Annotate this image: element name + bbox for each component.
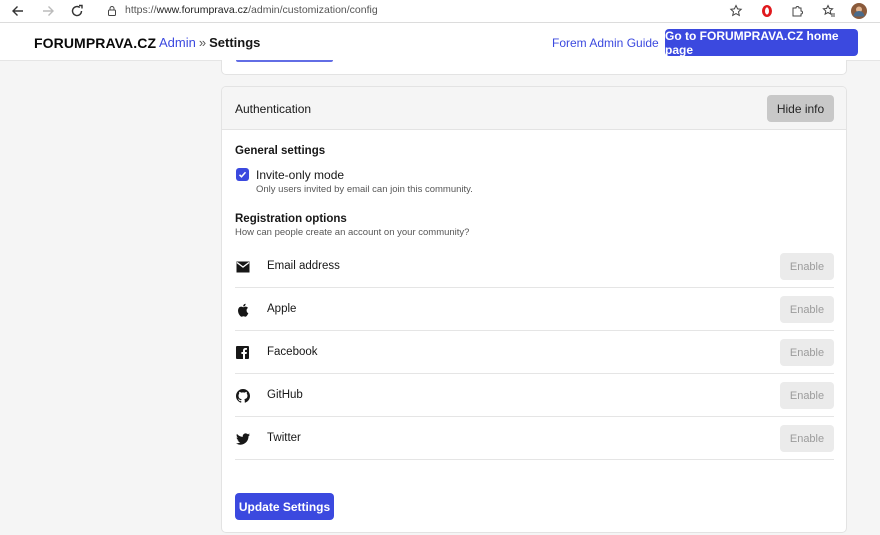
page-title: Settings — [209, 35, 261, 50]
enable-apple-button[interactable]: Enable — [780, 296, 834, 323]
provider-row-apple: Apple Enable — [235, 288, 834, 331]
hide-info-button[interactable]: Hide info — [767, 95, 834, 122]
provider-row-github: GitHub Enable — [235, 374, 834, 417]
lock-icon[interactable] — [102, 1, 122, 21]
github-icon — [235, 388, 250, 403]
address-bar[interactable]: https://www.forumprava.cz/admin/customiz… — [125, 4, 378, 16]
opera-extension-icon[interactable] — [759, 3, 775, 19]
card-title: Authentication — [235, 102, 312, 116]
facebook-icon — [235, 345, 250, 360]
url-prefix: https:// — [125, 4, 157, 16]
browser-toolbar: https://www.forumprava.cz/admin/customiz… — [0, 0, 880, 23]
breadcrumb-separator: » — [198, 35, 207, 50]
check-icon — [238, 171, 247, 178]
invite-only-label[interactable]: Invite-only mode — [256, 168, 344, 182]
enable-github-button[interactable]: Enable — [780, 382, 834, 409]
provider-row-facebook: Facebook Enable — [235, 331, 834, 374]
apple-icon — [235, 302, 250, 317]
extensions-icon[interactable] — [789, 3, 805, 19]
site-logo[interactable]: FORUMPRAVA.CZ — [34, 35, 156, 51]
breadcrumb: Admin» Settings — [159, 35, 260, 50]
previous-card-button-edge — [236, 60, 333, 62]
profile-avatar-icon[interactable] — [851, 3, 867, 19]
url-path: /admin/customization/config — [248, 4, 378, 16]
provider-name: Twitter — [267, 432, 301, 444]
registration-options-heading: Registration options — [235, 213, 347, 225]
provider-row-email: Email address Enable — [235, 245, 834, 288]
twitter-icon — [235, 431, 250, 446]
previous-settings-card — [221, 60, 847, 75]
registration-options-help: How can people create an account on your… — [235, 227, 470, 238]
provider-name: GitHub — [267, 389, 303, 401]
enable-twitter-button[interactable]: Enable — [780, 425, 834, 452]
enable-email-button[interactable]: Enable — [780, 253, 834, 280]
card-header: Authentication Hide info — [222, 87, 846, 130]
forward-icon[interactable] — [38, 1, 58, 21]
breadcrumb-admin-link[interactable]: Admin — [159, 35, 196, 50]
provider-row-twitter: Twitter Enable — [235, 417, 834, 460]
update-settings-button[interactable]: Update Settings — [235, 493, 334, 520]
admin-guide-link[interactable]: Forem Admin Guide — [552, 36, 659, 50]
favorite-star-icon[interactable] — [728, 3, 744, 19]
invite-only-help: Only users invited by email can join thi… — [256, 184, 473, 195]
provider-name: Apple — [267, 303, 297, 315]
provider-name: Email address — [267, 260, 340, 272]
url-host: www.forumprava.cz — [156, 4, 249, 16]
reload-icon[interactable] — [67, 1, 87, 21]
mail-icon — [235, 259, 250, 274]
authentication-card: Authentication Hide info General setting… — [221, 86, 847, 533]
back-icon[interactable] — [8, 1, 28, 21]
invite-only-checkbox[interactable] — [236, 168, 249, 181]
favorites-list-icon[interactable] — [821, 3, 837, 19]
home-page-button[interactable]: Go to FORUMPRAVA.CZ home page — [665, 29, 858, 57]
provider-name: Facebook — [267, 346, 318, 358]
general-settings-heading: General settings — [235, 145, 326, 157]
enable-facebook-button[interactable]: Enable — [780, 339, 834, 366]
app-header: FORUMPRAVA.CZ Admin» Settings Forem Admin… — [0, 23, 880, 61]
